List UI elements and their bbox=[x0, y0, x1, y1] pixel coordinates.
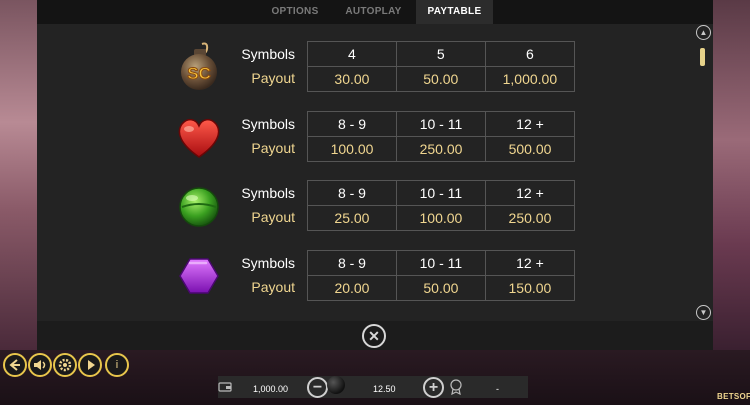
background-right bbox=[712, 0, 750, 350]
symbols-label: Symbols bbox=[241, 185, 295, 201]
tab-paytable[interactable]: PAYTABLE bbox=[416, 0, 493, 24]
payout-cell: 250.00 bbox=[396, 136, 486, 162]
settings-button[interactable] bbox=[53, 353, 77, 377]
scroll-up-button[interactable]: ▲ bbox=[696, 25, 711, 40]
payout-cell: 50.00 bbox=[395, 66, 486, 92]
close-button[interactable]: ✕ bbox=[362, 324, 386, 348]
symbols-label: Symbols bbox=[241, 255, 295, 271]
payout-cell: 25.00 bbox=[307, 205, 397, 231]
symbol-count-cell: 12 + bbox=[485, 111, 575, 137]
autoplay-button[interactable] bbox=[78, 353, 102, 377]
payout-cell: 1,000.00 bbox=[484, 66, 576, 92]
paytable-panel: OPTIONS AUTOPLAY PAYTABLE SC Symbols Pay… bbox=[37, 0, 713, 350]
payout-cell: 100.00 bbox=[395, 205, 486, 231]
back-button[interactable] bbox=[3, 353, 27, 377]
trophy-icon bbox=[450, 379, 462, 395]
symbol-count-cell: 12 + bbox=[484, 180, 576, 206]
symbol-count-cell: 8 - 9 bbox=[307, 180, 397, 206]
bet-value: 12.50 bbox=[373, 384, 396, 394]
payout-table: 8 - 9 10 - 11 12 + 100.00 250.00 500.00 bbox=[307, 111, 575, 162]
gear-icon bbox=[58, 358, 72, 372]
paytable-row-green: Symbols Payout 8 - 9 10 - 11 12 + 25.00 … bbox=[37, 179, 713, 233]
back-arrow-icon bbox=[9, 359, 20, 371]
decorative-ball bbox=[327, 376, 345, 394]
payout-label: Payout bbox=[251, 70, 295, 86]
payout-table: 8 - 9 10 - 11 12 + 25.00 100.00 250.00 bbox=[307, 180, 576, 231]
red-heart-candy-icon bbox=[178, 118, 220, 158]
scatter-bomb-icon: SC bbox=[181, 42, 217, 90]
tab-bar: OPTIONS AUTOPLAY PAYTABLE bbox=[37, 0, 713, 24]
payout-cell: 100.00 bbox=[307, 136, 397, 162]
tab-options[interactable]: OPTIONS bbox=[258, 0, 332, 24]
symbol-count-cell: 8 - 9 bbox=[307, 250, 397, 276]
balance-value: 1,000.00 bbox=[253, 384, 289, 394]
payout-cell: 30.00 bbox=[307, 66, 397, 92]
payout-cell: 150.00 bbox=[484, 275, 576, 301]
decrease-bet-button[interactable]: − bbox=[307, 377, 328, 398]
symbol-count-cell: 10 - 11 bbox=[396, 111, 486, 137]
speaker-icon bbox=[34, 360, 46, 370]
payout-table: 8 - 9 10 - 11 12 + 20.00 50.00 150.00 bbox=[307, 250, 576, 301]
payout-cell: 20.00 bbox=[307, 275, 397, 301]
payout-label: Payout bbox=[251, 279, 295, 295]
scroll-down-button[interactable]: ▼ bbox=[696, 305, 711, 320]
payout-cell: 500.00 bbox=[485, 136, 575, 162]
svg-text:SC: SC bbox=[187, 64, 211, 83]
symbol-count-cell: 5 bbox=[395, 41, 486, 67]
scrollbar-thumb[interactable] bbox=[700, 48, 705, 66]
win-value: - bbox=[496, 384, 499, 394]
paytable-content[interactable]: SC Symbols Payout 4 5 6 30.00 50.00 1,00… bbox=[37, 24, 713, 321]
symbol-count-cell: 6 bbox=[484, 41, 576, 67]
symbol-count-cell: 8 - 9 bbox=[307, 111, 397, 137]
symbols-label: Symbols bbox=[241, 116, 295, 132]
payout-table: 4 5 6 30.00 50.00 1,000.00 bbox=[307, 41, 576, 92]
payout-cell: 50.00 bbox=[395, 275, 486, 301]
symbol-count-cell: 10 - 11 bbox=[395, 180, 486, 206]
symbol-count-cell: 12 + bbox=[484, 250, 576, 276]
sound-button[interactable] bbox=[28, 353, 52, 377]
tab-autoplay[interactable]: AUTOPLAY bbox=[335, 0, 412, 24]
background-left bbox=[0, 0, 38, 350]
brand-logo: BETSOFT bbox=[717, 392, 750, 401]
info-button[interactable]: i bbox=[105, 353, 129, 377]
green-lollipop-candy-icon bbox=[179, 187, 219, 227]
payout-cell: 250.00 bbox=[484, 205, 576, 231]
increase-bet-button[interactable]: + bbox=[423, 377, 444, 398]
paytable-row-heart: Symbols Payout 8 - 9 10 - 11 12 + 100.00… bbox=[37, 110, 713, 164]
paytable-row-scatter: SC Symbols Payout 4 5 6 30.00 50.00 1,00… bbox=[37, 40, 713, 94]
symbol-count-cell: 4 bbox=[307, 41, 397, 67]
paytable-row-purple: Symbols Payout 8 - 9 10 - 11 12 + 20.00 … bbox=[37, 249, 713, 303]
play-icon bbox=[88, 360, 95, 370]
purple-hexagon-candy-icon bbox=[179, 258, 219, 294]
symbols-label: Symbols bbox=[241, 46, 295, 62]
wallet-icon bbox=[218, 382, 232, 392]
payout-label: Payout bbox=[251, 140, 295, 156]
symbol-count-cell: 10 - 11 bbox=[395, 250, 486, 276]
payout-label: Payout bbox=[251, 209, 295, 225]
